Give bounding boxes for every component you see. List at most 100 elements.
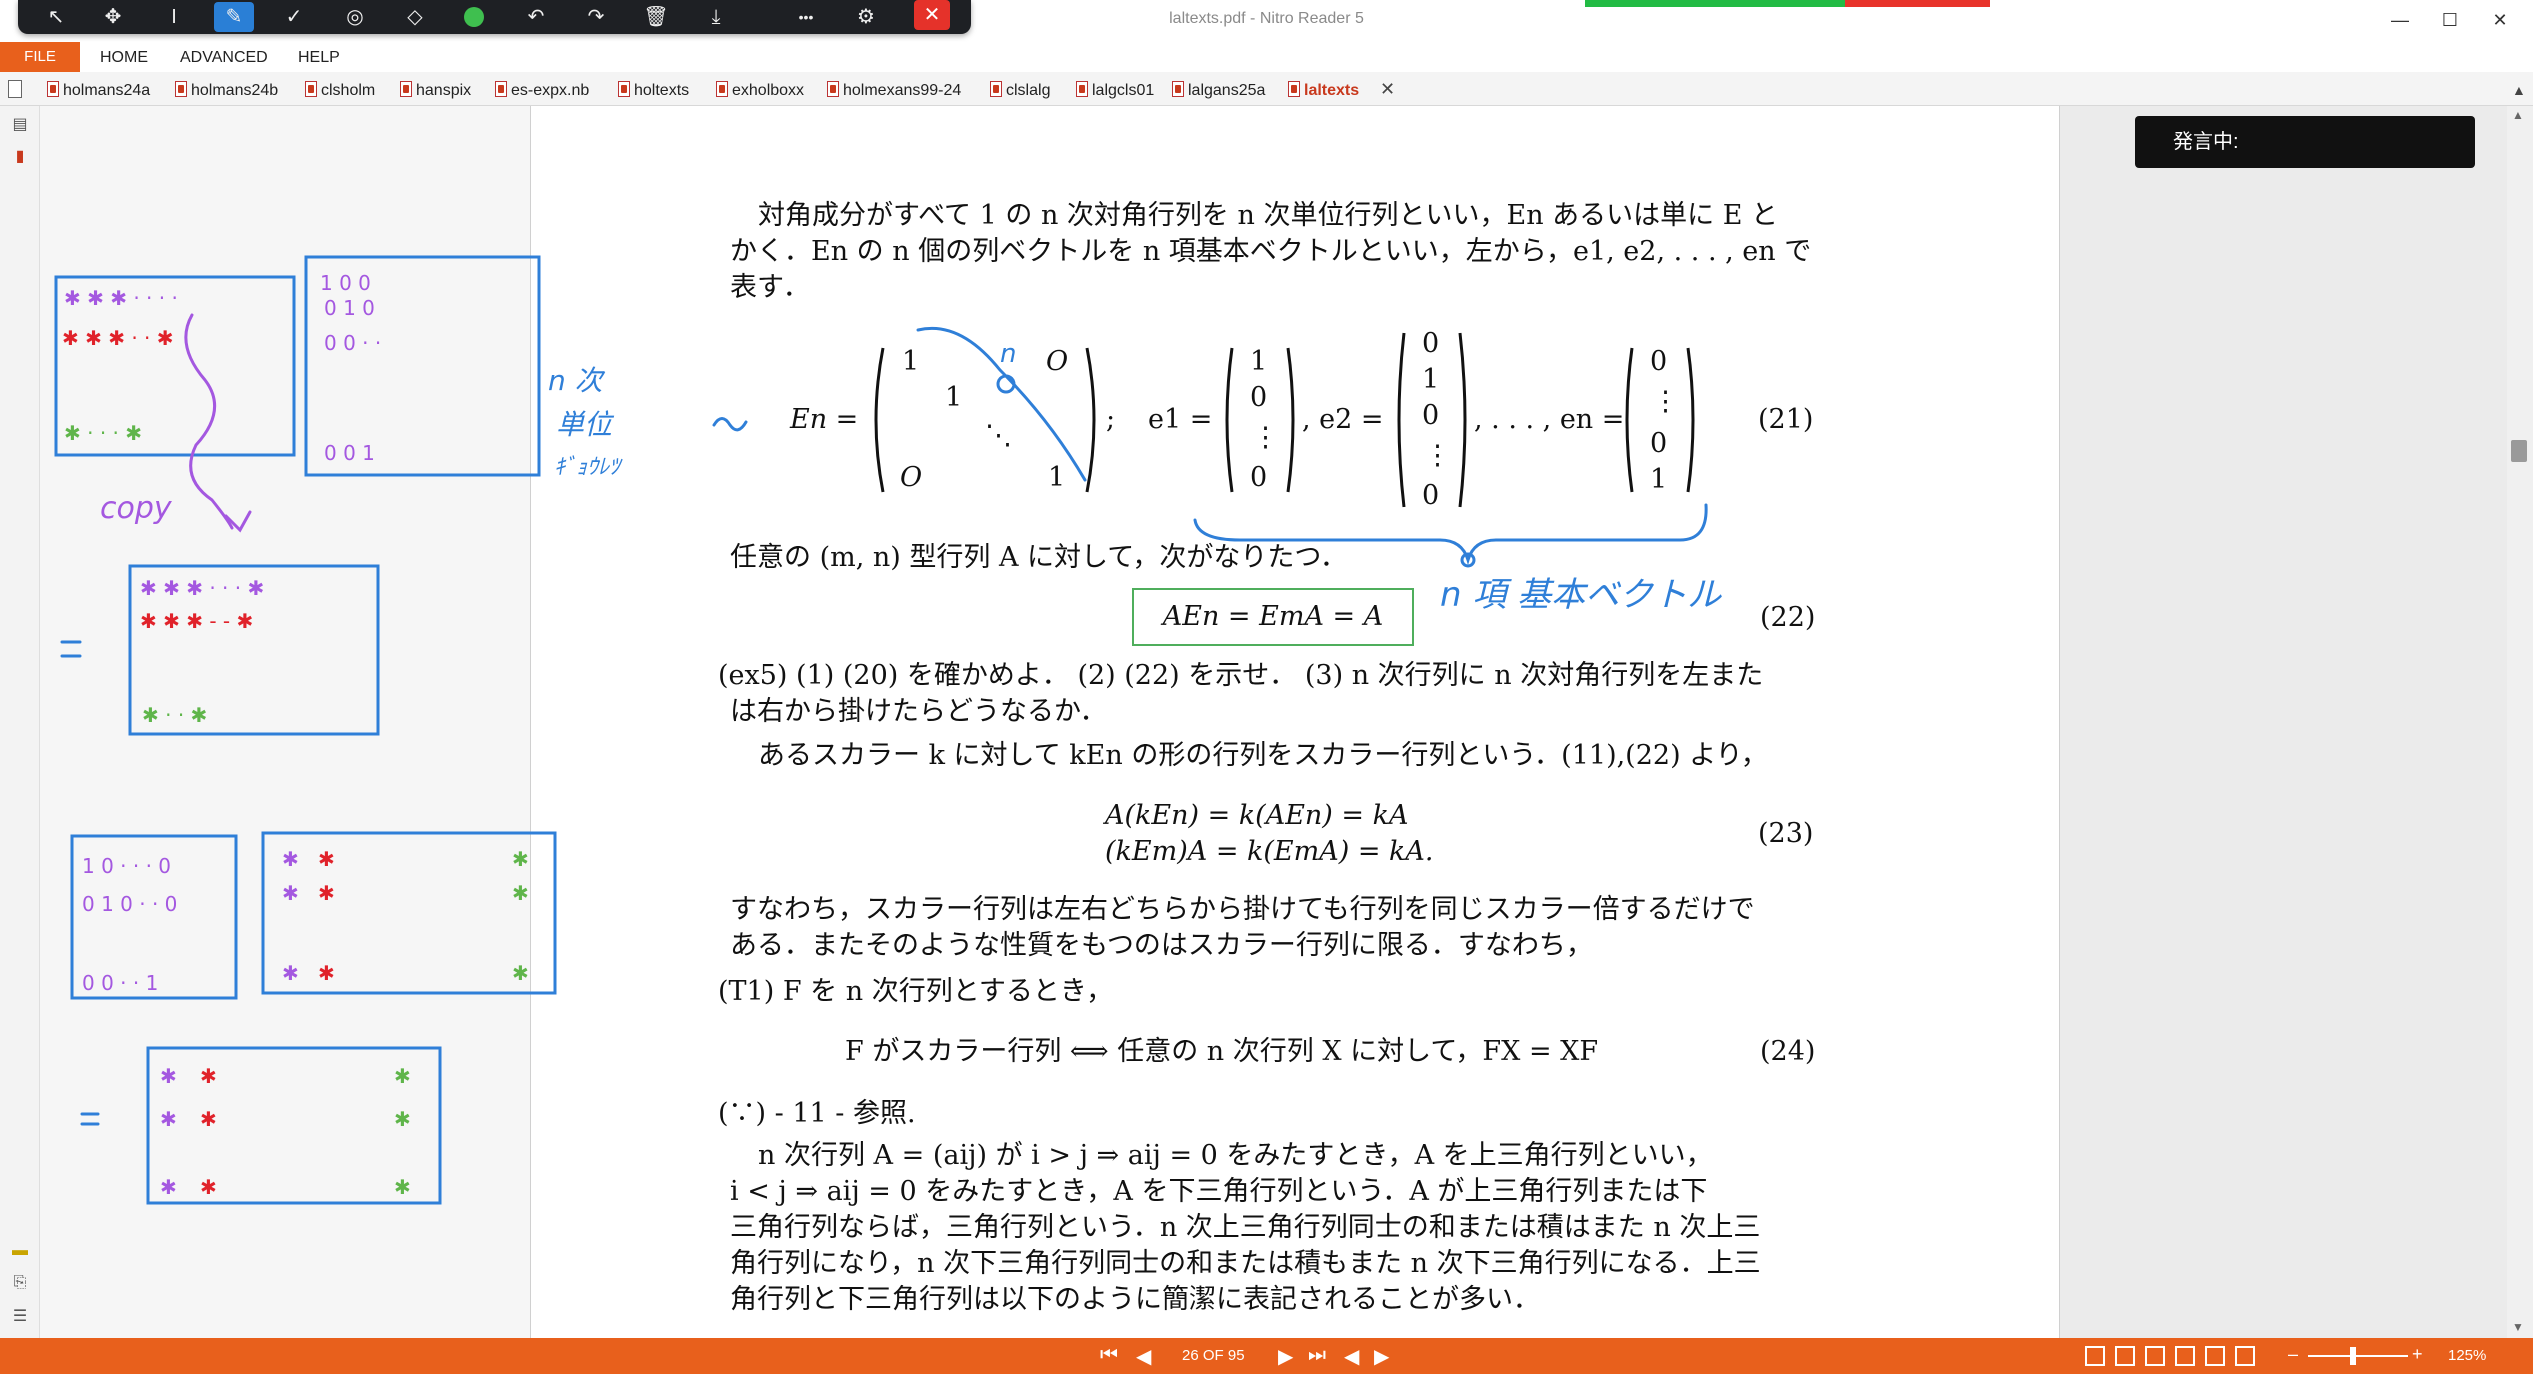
en-entry-1: ⋮: [1652, 386, 1679, 417]
continuous-view-icon[interactable]: [2115, 1346, 2135, 1366]
file-menu-button[interactable]: FILE: [0, 42, 80, 72]
matrix-entry-1a: 1: [902, 346, 920, 377]
tab-hanspix[interactable]: hanspix: [400, 80, 471, 102]
text-cursor-icon[interactable]: I: [154, 2, 194, 32]
next-page-icon[interactable]: ▶: [1278, 1344, 1293, 1369]
paragraph-1-line-3: 表す．: [730, 272, 810, 303]
scroll-down-icon[interactable]: ▼: [2512, 1320, 2524, 1334]
move-icon[interactable]: ✥: [93, 2, 133, 32]
speaking-indicator: 発言中:: [2135, 116, 2475, 168]
page-indicator[interactable]: 26 OF 95: [1182, 1347, 1245, 1364]
pdf-file-icon: [175, 81, 187, 97]
en-entry-0: 0: [1650, 346, 1668, 377]
zoom-out-icon[interactable]: –: [2288, 1344, 2298, 1365]
paragraph-4-line-2: ある．またそのような性質をもつのはスカラー行列に限る．すなわち，: [730, 930, 1593, 961]
theorem-T1: (T1) F を n 次行列とするとき，: [718, 976, 1114, 1007]
menu-home[interactable]: HOME: [100, 49, 148, 67]
scrollbar-thumb[interactable]: [2511, 440, 2527, 462]
attachments-panel-icon[interactable]: ⎘: [10, 1274, 30, 1294]
zoom-level[interactable]: 125%: [2448, 1347, 2486, 1364]
pen-icon[interactable]: ✎: [214, 2, 254, 32]
matrix-entry-1c: 1: [1048, 462, 1066, 493]
minimize-button[interactable]: —: [2385, 6, 2415, 34]
eraser-icon[interactable]: ◇: [395, 2, 435, 32]
pdf-file-icon: [1288, 81, 1300, 97]
e1-entry-1: 0: [1250, 382, 1268, 413]
forward-view-icon[interactable]: ▶: [1374, 1344, 1389, 1369]
tab-clsholm[interactable]: clsholm: [305, 80, 375, 102]
gray-margin: [40, 106, 530, 1338]
recording-indicator: [1585, 0, 1990, 7]
tab-holmexans99-24[interactable]: holmexans99-24: [827, 80, 961, 102]
layers-panel-icon[interactable]: ☰: [10, 1306, 30, 1326]
document-tab-bar: [0, 72, 2533, 106]
tab-lalgans25a[interactable]: lalgans25a: [1172, 80, 1265, 102]
toolbar-close-button[interactable]: ✕: [914, 0, 950, 30]
tab-holmans24a[interactable]: holmans24a: [47, 80, 150, 102]
boxed-equation-22: AEn = EmA = A: [1132, 588, 1414, 646]
e1-label: e1 =: [1148, 404, 1213, 435]
vertical-scrollbar[interactable]: [2507, 106, 2533, 1338]
matrix-entry-O-lower: O: [900, 462, 923, 493]
tab-list-icon[interactable]: [8, 80, 22, 98]
tab-overflow-icon[interactable]: ▲: [2512, 82, 2526, 98]
e1-entry-2: ⋮: [1252, 422, 1279, 453]
eq22-number: (22): [1760, 602, 1816, 633]
pages-panel-icon[interactable]: ▤: [10, 114, 30, 134]
fit-width-icon[interactable]: [2205, 1346, 2225, 1366]
e2-label: , e2 =: [1302, 404, 1384, 435]
pdf-file-icon: [1172, 81, 1184, 97]
redo-icon[interactable]: ↷: [576, 2, 616, 32]
trash-icon[interactable]: 🗑: [636, 2, 676, 32]
pdf-file-icon: [400, 81, 412, 97]
check-icon[interactable]: ✓: [274, 2, 314, 32]
single-page-view-icon[interactable]: [2085, 1346, 2105, 1366]
matrix-entry-1b: 1: [945, 382, 963, 413]
e2-entry-1: 1: [1422, 364, 1440, 395]
prev-page-icon[interactable]: ◀: [1136, 1344, 1151, 1369]
close-tab-icon[interactable]: ✕: [1380, 79, 1395, 100]
facing-continuous-view-icon[interactable]: [2175, 1346, 2195, 1366]
comments-panel-icon[interactable]: ▬: [10, 1242, 30, 1262]
pdf-file-icon: [716, 81, 728, 97]
zoom-slider[interactable]: [2308, 1355, 2408, 1357]
scroll-up-icon[interactable]: ▲: [2512, 108, 2524, 122]
undo-icon[interactable]: ↶: [516, 2, 556, 32]
eq23-line-1: A(kEn) = k(AEn) = kA: [1105, 800, 1409, 831]
target-icon[interactable]: ◎: [335, 2, 375, 32]
last-page-icon[interactable]: ⏭: [1308, 1344, 1326, 1367]
paragraph-1-line-1: 対角成分がすべて 1 の n 次対角行列を n 次単位行列といい，En あるいは…: [758, 200, 1779, 231]
e2-entry-0: 0: [1422, 328, 1440, 359]
zoom-in-icon[interactable]: +: [2412, 1344, 2423, 1365]
fit-page-icon[interactable]: [2235, 1346, 2255, 1366]
download-icon[interactable]: ⤓: [696, 2, 736, 32]
zoom-slider-knob[interactable]: [2350, 1347, 2356, 1365]
tab-exholboxx[interactable]: exholboxx: [716, 80, 804, 102]
tab-clslalg[interactable]: clslalg: [990, 80, 1050, 102]
tab-holmans24b[interactable]: holmans24b: [175, 80, 278, 102]
menu-advanced[interactable]: ADVANCED: [180, 49, 268, 67]
tab-lalgcls01[interactable]: lalgcls01: [1076, 80, 1154, 102]
pen-color-dot-icon[interactable]: [464, 7, 484, 27]
user-settings-icon[interactable]: ⚙: [846, 2, 886, 32]
close-window-button[interactable]: ✕: [2485, 6, 2515, 34]
matrix-entry-O-upper: O: [1046, 346, 1069, 377]
facing-view-icon[interactable]: [2145, 1346, 2165, 1366]
select-arrow-icon[interactable]: ↖: [36, 2, 76, 32]
tab-holtexts[interactable]: holtexts: [618, 80, 689, 102]
more-icon[interactable]: •••: [786, 2, 826, 32]
tab-es-expx[interactable]: es-expx.nb: [495, 80, 589, 102]
tab-laltexts[interactable]: laltexts: [1288, 80, 1359, 102]
bookmarks-panel-icon[interactable]: ▮: [10, 146, 30, 166]
pdf-file-icon: [1076, 81, 1088, 97]
left-panel-rail: ▤ ▮ ▬ ⎘ ☰: [0, 106, 40, 1338]
menu-help[interactable]: HELP: [298, 49, 340, 67]
pdf-file-icon: [495, 81, 507, 97]
first-page-icon[interactable]: ⏮: [1100, 1344, 1118, 1367]
paragraph-4-line-1: すなわち，スカラー行列は左右どちらから掛けても行列を同じスカラー倍するだけで: [730, 894, 1755, 925]
paragraph-5-line-4: 角行列になり，n 次下三角行列同士の和または積もまた n 次下三角行列になる．上…: [730, 1248, 1761, 1279]
because-reference: (∵) - 11 - 参照.: [718, 1098, 916, 1129]
maximize-button[interactable]: ☐: [2435, 6, 2465, 34]
e2-entry-2: 0: [1422, 400, 1440, 431]
back-view-icon[interactable]: ◀: [1344, 1344, 1359, 1369]
